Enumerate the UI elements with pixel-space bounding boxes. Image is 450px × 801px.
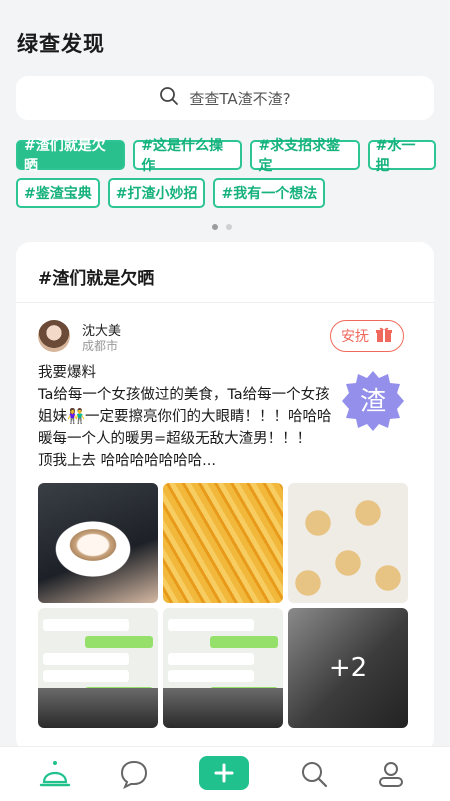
topic-tags: #渣们就是欠晒 #这是什么操作 #求支招求鉴定 #水一把 #鉴渣宝典 #打渣小妙… — [16, 138, 436, 216]
tab-home[interactable] — [38, 757, 72, 791]
card-title: #渣们就是欠晒 — [38, 269, 155, 289]
photo-chat-screenshot[interactable] — [163, 608, 283, 728]
add-button[interactable] — [199, 756, 249, 790]
tab-profile[interactable] — [374, 757, 408, 791]
search-placeholder: 查查TA渣不渣? — [189, 89, 291, 108]
zha-stamp-icon: 渣 — [342, 371, 404, 431]
gift-icon — [375, 325, 393, 347]
message-icon — [120, 760, 148, 789]
topic-tag[interactable]: #这是什么操作 — [133, 138, 243, 174]
search-icon — [159, 86, 179, 110]
photo-latte[interactable] — [38, 483, 158, 603]
photo-chat-screenshot[interactable] — [38, 608, 158, 728]
photo-more[interactable]: +2 — [288, 608, 408, 728]
tab-search[interactable] — [297, 757, 331, 791]
topic-tag[interactable]: #打渣小妙招 — [107, 178, 206, 208]
page-title: 绿查发现 — [17, 32, 105, 56]
page-indicator — [212, 224, 232, 230]
comfort-label: 安抚 — [341, 329, 369, 345]
bottom-tabbar — [0, 746, 450, 801]
user-city: 成都市 — [82, 339, 119, 353]
topic-tag[interactable]: #鉴渣宝典 — [16, 178, 100, 208]
avatar[interactable] — [38, 320, 70, 352]
more-count: +2 — [328, 653, 368, 683]
search-icon — [302, 762, 328, 788]
search-bar[interactable]: 查查TA渣不渣? — [16, 76, 434, 120]
post-card[interactable]: #渣们就是欠晒 沈大美 成都市 安抚 我要爆料 Ta给每一个女孩做过的美食，Ta… — [16, 242, 434, 752]
topic-tag[interactable]: #水一把 — [367, 138, 436, 174]
profile-icon — [379, 762, 403, 787]
comfort-button[interactable]: 安抚 — [330, 320, 404, 352]
topic-tag[interactable]: #渣们就是欠晒 — [16, 138, 126, 174]
divider — [16, 302, 434, 303]
photo-fries[interactable] — [163, 483, 283, 603]
post-line: 顶我上去 哈哈哈哈哈哈哈... — [38, 453, 216, 469]
topic-tag[interactable]: #我有一个想法 — [213, 178, 326, 208]
tab-message[interactable] — [117, 757, 151, 791]
add-icon — [214, 763, 234, 783]
page-dot — [212, 224, 218, 230]
photo-cookies[interactable] — [288, 483, 408, 603]
page-dot — [226, 224, 232, 230]
topic-tag[interactable]: #求支招求鉴定 — [250, 138, 360, 174]
stamp-char: 渣 — [360, 387, 386, 417]
home-icon — [39, 761, 71, 787]
